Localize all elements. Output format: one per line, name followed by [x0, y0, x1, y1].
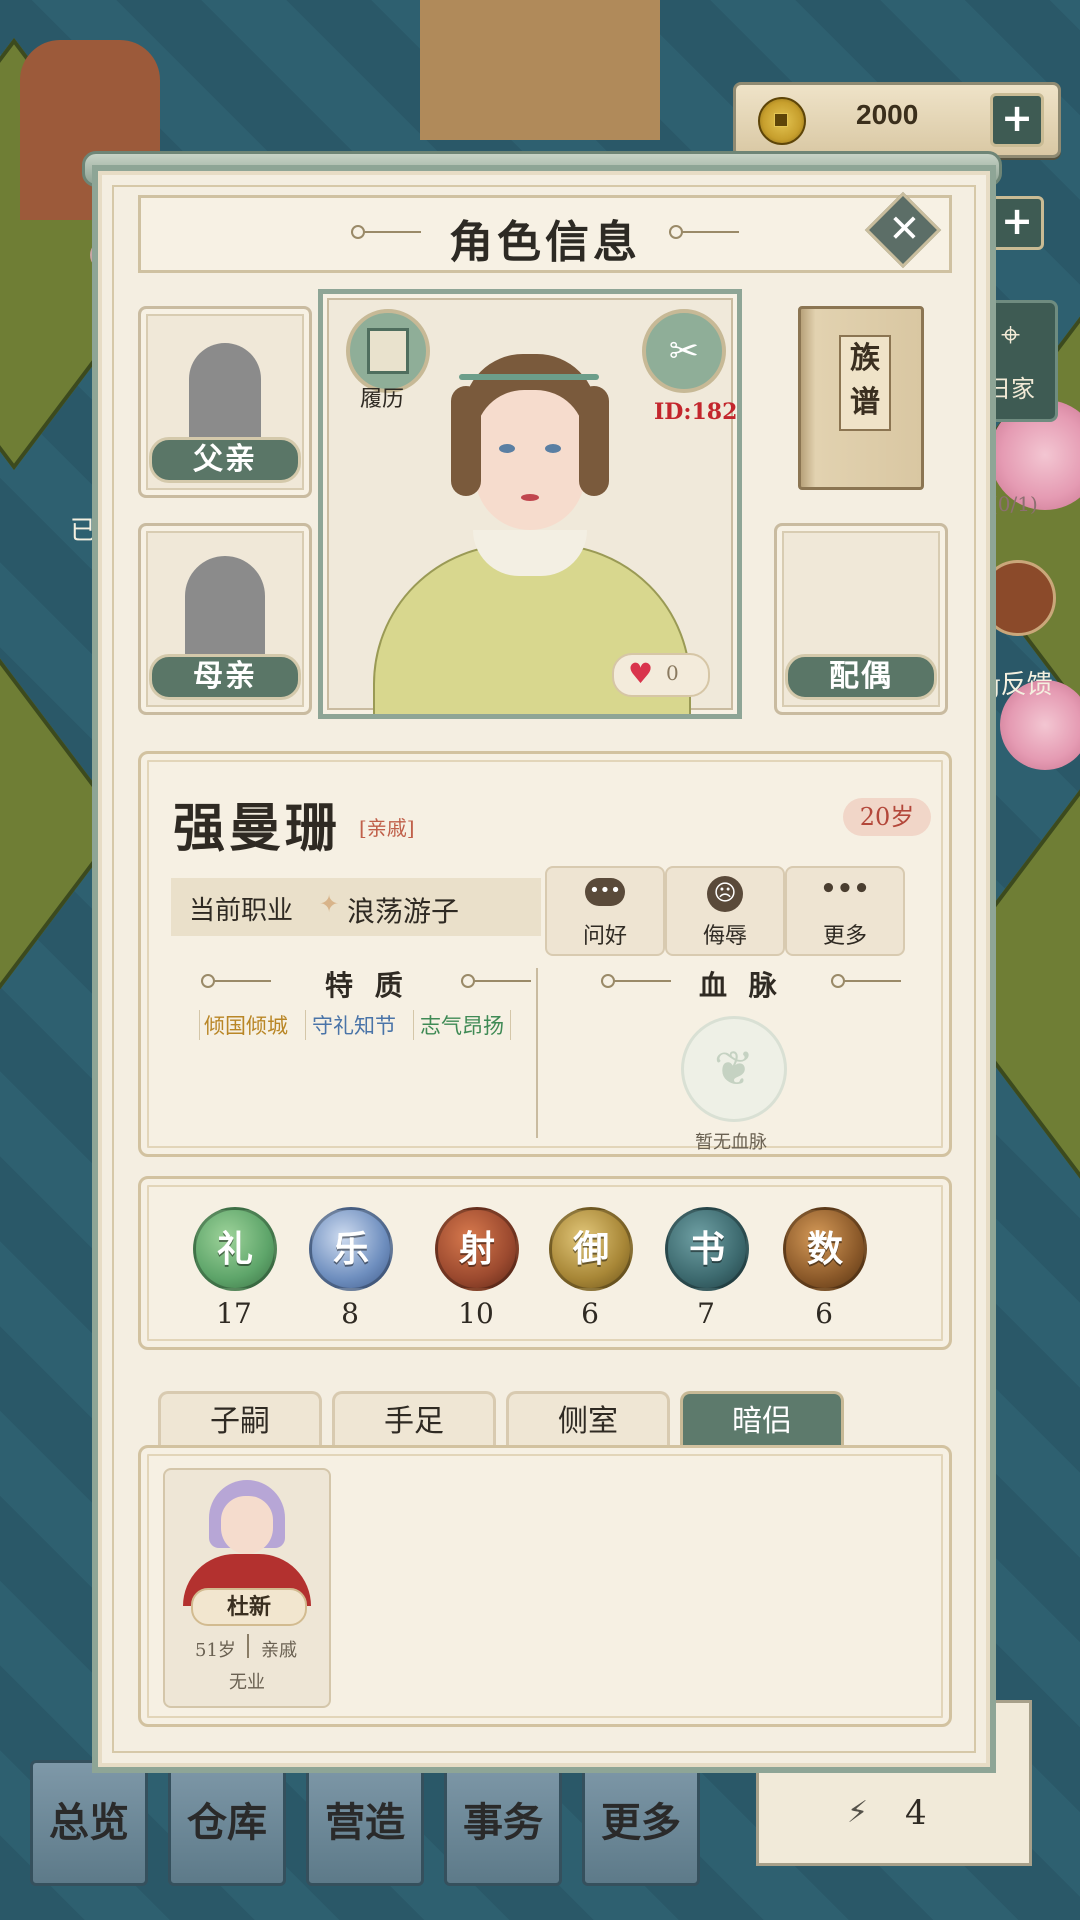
mathematics-icon: 数: [783, 1207, 867, 1291]
spouse-slot[interactable]: 配偶: [774, 523, 948, 715]
sparkle-icon: ✦: [319, 890, 340, 918]
list-item[interactable]: 杜新 51岁 亲戚 无业: [163, 1468, 331, 1708]
character-age: 20岁: [843, 798, 931, 836]
speech-bubble-icon: •••: [585, 878, 625, 906]
bloodline-title: 血 脉: [699, 969, 783, 1002]
affection-counter[interactable]: ♥ 0: [612, 653, 710, 697]
spouse-label: 配偶: [785, 654, 937, 700]
close-icon: ✕: [888, 206, 921, 251]
skill-archery[interactable]: 射 10: [435, 1207, 519, 1330]
nav-warehouse[interactable]: 仓库: [168, 1760, 286, 1886]
skill-mathematics[interactable]: 数 6: [783, 1207, 867, 1330]
coin-amount: 2000: [856, 99, 919, 130]
add-coins-button[interactable]: +: [990, 93, 1044, 147]
section-divider: [536, 968, 538, 1138]
affection-value: 0: [666, 661, 679, 685]
quest-count: (0/1): [990, 492, 1038, 516]
character-id: ID:182: [654, 399, 738, 425]
skill-value: 10: [458, 1297, 494, 1330]
energy-count: 4: [905, 1793, 927, 1833]
insult-button[interactable]: ☹ 侮辱: [665, 866, 785, 956]
genealogy-book-button[interactable]: 族谱: [798, 306, 924, 490]
trait-badge[interactable]: 志气昂扬: [413, 1010, 511, 1040]
more-actions-label: 更多: [822, 924, 867, 949]
no-bloodline-text: 暂无血脉: [695, 1132, 767, 1153]
phoenix-emblem-icon: ❦: [681, 1016, 787, 1122]
rites-icon: 礼: [193, 1207, 277, 1291]
lightning-icon: ⚡: [847, 1795, 869, 1830]
nav-more[interactable]: 更多: [582, 1760, 700, 1886]
skill-value: 7: [697, 1297, 715, 1330]
coin-bar: 2000 +: [733, 82, 1061, 158]
trait-badge[interactable]: 守礼知节: [305, 1010, 396, 1040]
character-info-dialog: 角色信息 ✕ 父亲 母亲 履历 ✂ ID:182 ♥ 0 族谱 配偶 强曼珊 […: [92, 165, 996, 1773]
character-relation: [亲戚]: [359, 816, 415, 840]
tab-secret-lovers[interactable]: 暗侣: [680, 1391, 844, 1450]
character-details: 强曼珊 [亲戚] 20岁 当前职业 ✦ 浪荡游子 ••• 问好 ☹ 侮辱 •••…: [138, 751, 952, 1157]
person-relation: 亲戚: [261, 1640, 297, 1661]
music-icon: 乐: [309, 1207, 393, 1291]
traits-title: 特 质: [325, 969, 409, 1002]
mother-label: 母亲: [149, 654, 301, 700]
occupation-bar: 当前职业 ✦ 浪荡游子: [171, 878, 541, 936]
heart-icon: ♥: [628, 657, 654, 690]
character-name: 强曼珊: [173, 798, 342, 859]
trait-badge[interactable]: 倾国倾城: [199, 1010, 288, 1040]
title-ornament-right: [669, 225, 739, 239]
more-dots-icon: •••: [820, 874, 870, 904]
charioteering-icon: 御: [549, 1207, 633, 1291]
tab-children[interactable]: 子嗣: [158, 1391, 322, 1450]
tab-siblings[interactable]: 手足: [332, 1391, 496, 1450]
greet-button[interactable]: ••• 问好: [545, 866, 665, 956]
location-pin-icon: ⌖: [1001, 315, 1021, 355]
resume-label: 履历: [360, 387, 405, 412]
scissors-icon: ✂: [668, 330, 700, 372]
nav-overview[interactable]: 总览: [30, 1760, 148, 1886]
nav-construct[interactable]: 营造: [306, 1760, 424, 1886]
calligraphy-icon: 书: [665, 1207, 749, 1291]
customize-button[interactable]: ✂: [642, 309, 726, 393]
skill-calligraphy[interactable]: 书 7: [665, 1207, 749, 1330]
tab-concubines[interactable]: 侧室: [506, 1391, 670, 1450]
greet-label: 问好: [582, 924, 627, 949]
occupation-label: 当前职业: [189, 896, 294, 926]
person-name: 杜新: [191, 1588, 307, 1626]
scroll-icon: [367, 328, 409, 374]
relation-list: 杜新 51岁 亲戚 无业: [138, 1445, 952, 1727]
genealogy-label: 族谱: [839, 335, 891, 431]
hairpin: [459, 374, 599, 380]
nav-affairs[interactable]: 事务: [444, 1760, 562, 1886]
archery-icon: 射: [435, 1207, 519, 1291]
occupation-value: 浪荡游子: [347, 895, 460, 928]
face: [475, 390, 585, 530]
angry-face-icon: ☹: [707, 876, 743, 912]
skill-charioteering[interactable]: 御 6: [549, 1207, 633, 1330]
coin-icon: [758, 97, 806, 145]
skill-rites[interactable]: 礼 17: [193, 1207, 277, 1330]
more-actions-button[interactable]: ••• 更多: [785, 866, 905, 956]
person-job: 无业: [229, 1672, 265, 1693]
skill-value: 6: [815, 1297, 833, 1330]
person-age: 51岁: [195, 1640, 236, 1661]
mother-slot[interactable]: 母亲: [138, 523, 312, 715]
skill-value: 6: [581, 1297, 599, 1330]
dialog-header: 角色信息: [138, 195, 952, 273]
skill-value: 17: [216, 1297, 252, 1330]
skill-music[interactable]: 乐 8: [309, 1207, 393, 1330]
six-arts-panel: 礼 17 乐 8 射 10 御 6 书 7 数 6: [138, 1176, 952, 1350]
person-face: [221, 1496, 273, 1554]
father-label: 父亲: [149, 437, 301, 483]
add-resource-button[interactable]: +: [990, 196, 1044, 250]
skill-value: 8: [341, 1297, 359, 1330]
wooden-house-tile: [420, 0, 660, 140]
dialog-title: 角色信息: [449, 217, 641, 268]
insult-label: 侮辱: [702, 924, 747, 949]
father-slot[interactable]: 父亲: [138, 306, 312, 498]
